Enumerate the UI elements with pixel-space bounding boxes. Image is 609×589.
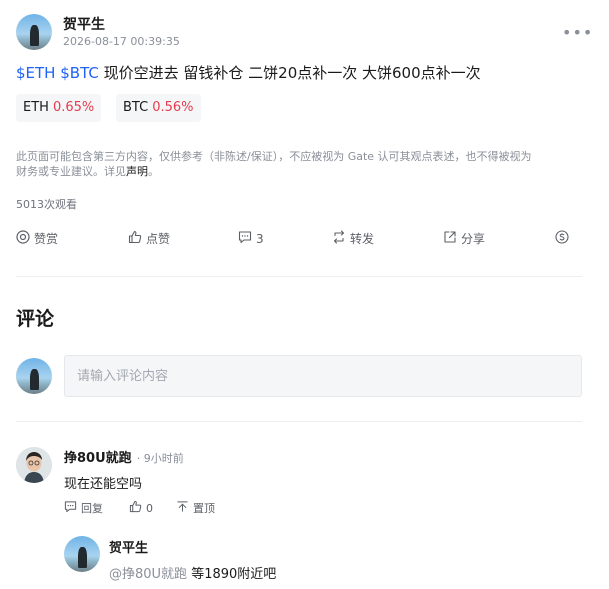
current-user-avatar (16, 358, 52, 394)
comment-count: 3 (256, 231, 264, 246)
coin-chip-eth[interactable]: ETH 0.65% (16, 94, 102, 122)
repost-icon (332, 230, 346, 247)
reply-label: 回复 (81, 502, 103, 515)
like-button[interactable]: 点赞 (128, 230, 170, 247)
reply-icon (64, 500, 77, 516)
thumbs-up-icon (128, 230, 142, 247)
author-name[interactable]: 贺平生 (63, 14, 105, 34)
commenter-name[interactable]: 挣80U就跑 (64, 451, 132, 466)
comment-like-button[interactable]: 0 (129, 500, 153, 516)
comment-like-count: 0 (146, 501, 153, 515)
comments-title: 评论 (16, 308, 55, 330)
like-label: 点赞 (146, 232, 171, 246)
tip-button[interactable] (555, 230, 569, 247)
ticker-link-eth[interactable]: $ETH (16, 64, 55, 82)
comment-icon (238, 230, 252, 247)
reply-author-name[interactable]: 贺平生 (109, 537, 148, 556)
post-body-text: 现价空进去 留钱补仓 二饼20点补一次 大饼600点补一次 (103, 64, 481, 82)
comment-header: 挣80U就跑 · 9小时前 (64, 447, 184, 466)
reply-text: 等1890附近吧 (191, 567, 277, 582)
comments-divider (16, 421, 582, 422)
disclaimer-text: 财务或专业建议。详见 (16, 165, 126, 178)
post-content: $ETH $BTC 现价空进去 留钱补仓 二饼20点补一次 大饼600点补一次 (16, 62, 481, 83)
pin-top-icon (176, 500, 189, 516)
ticker-link-btc[interactable]: $BTC (60, 64, 99, 82)
disclaimer-line-2: 财务或专业建议。详见声明。 (16, 164, 591, 179)
coin-chip-label: BTC (123, 100, 149, 115)
disclaimer-end: 。 (148, 165, 159, 178)
reply-button[interactable]: 回复 (64, 500, 103, 516)
share-icon (443, 230, 457, 247)
reward-label: 赞赏 (34, 232, 59, 246)
more-options-icon[interactable]: ••• (562, 23, 593, 42)
pin-button[interactable]: 置顶 (176, 500, 215, 516)
pin-label: 置顶 (193, 502, 215, 515)
thumbs-up-icon (129, 500, 142, 516)
reward-icon (16, 230, 30, 247)
coin-chip-label: ETH (23, 100, 49, 115)
disclaimer: 此页面可能包含第三方内容，仅供参考（非陈述/保证），不应被视为 Gate 认可其… (16, 149, 591, 179)
comment-input[interactable] (64, 355, 582, 397)
disclaimer-link[interactable]: 声明 (126, 165, 148, 178)
comment-time: · 9小时前 (136, 452, 184, 465)
post-timestamp: 2026-08-17 00:39:35 (63, 35, 180, 48)
comment-button[interactable]: 3 (238, 230, 264, 247)
reply-content: @挣80U就跑 等1890附近吧 (109, 563, 276, 582)
author-avatar[interactable] (16, 14, 52, 50)
reward-button[interactable]: 赞赏 (16, 230, 58, 247)
coin-chip-change: 0.65% (52, 100, 95, 115)
view-count: 5013次观看 (16, 198, 77, 211)
coin-chip-change: 0.56% (152, 100, 194, 115)
reply-mention[interactable]: @挣80U就跑 (109, 567, 187, 582)
repost-button[interactable]: 转发 (332, 230, 374, 247)
share-label: 分享 (461, 232, 486, 246)
reply-author-avatar[interactable] (64, 536, 100, 572)
coin-chip-btc[interactable]: BTC 0.56% (116, 94, 201, 122)
repost-label: 转发 (350, 232, 375, 246)
commenter-avatar[interactable] (16, 447, 52, 483)
comment-text: 现在还能空吗 (64, 477, 143, 492)
post-divider (16, 276, 582, 277)
share-button[interactable]: 分享 (443, 230, 485, 247)
dollar-coin-icon (555, 230, 569, 247)
disclaimer-line: 此页面可能包含第三方内容，仅供参考（非陈述/保证），不应被视为 Gate 认可其… (16, 150, 532, 163)
